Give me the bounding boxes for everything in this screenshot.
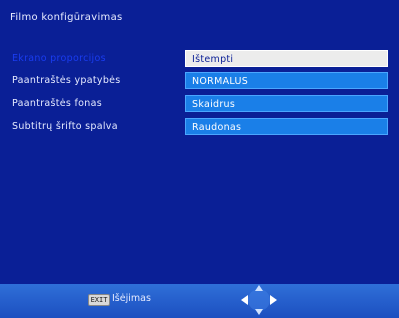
setting-row-aspect-ratio[interactable]: Ekrano proporcijos Ištempti <box>0 50 399 67</box>
footer-bar: EXIT Išėjimas <box>0 284 399 318</box>
setting-value-field[interactable]: NORMALUS <box>185 72 388 89</box>
page-title: Filmo konfigūravimas <box>10 12 123 23</box>
setting-label: Ekrano proporcijos <box>12 53 106 64</box>
setting-label: Subtitrų šrifto spalva <box>12 121 118 132</box>
setting-row-subtitle-background[interactable]: Paantraštės fonas Skaidrus <box>0 95 399 112</box>
movie-config-screen: Filmo konfigūravimas Ekrano proporcijos … <box>0 0 399 318</box>
setting-value: Raudonas <box>192 122 242 133</box>
setting-value: NORMALUS <box>192 76 249 87</box>
setting-row-subtitle-properties[interactable]: Paantraštės ypatybės NORMALUS <box>0 72 399 89</box>
setting-value-field[interactable]: Raudonas <box>185 118 388 135</box>
exit-label: Išėjimas <box>112 293 151 304</box>
setting-row-subtitle-font-color[interactable]: Subtitrų šrifto spalva Raudonas <box>0 118 399 135</box>
setting-value: Ištempti <box>192 54 234 65</box>
setting-value-field[interactable]: Skaidrus <box>185 95 388 112</box>
exit-key-icon[interactable]: EXIT <box>88 294 110 306</box>
setting-value: Skaidrus <box>192 99 236 110</box>
dpad-arrows-icon <box>241 285 277 315</box>
setting-label: Paantraštės fonas <box>12 98 102 109</box>
setting-label: Paantraštės ypatybės <box>12 75 121 86</box>
setting-value-field[interactable]: Ištempti <box>185 50 388 67</box>
